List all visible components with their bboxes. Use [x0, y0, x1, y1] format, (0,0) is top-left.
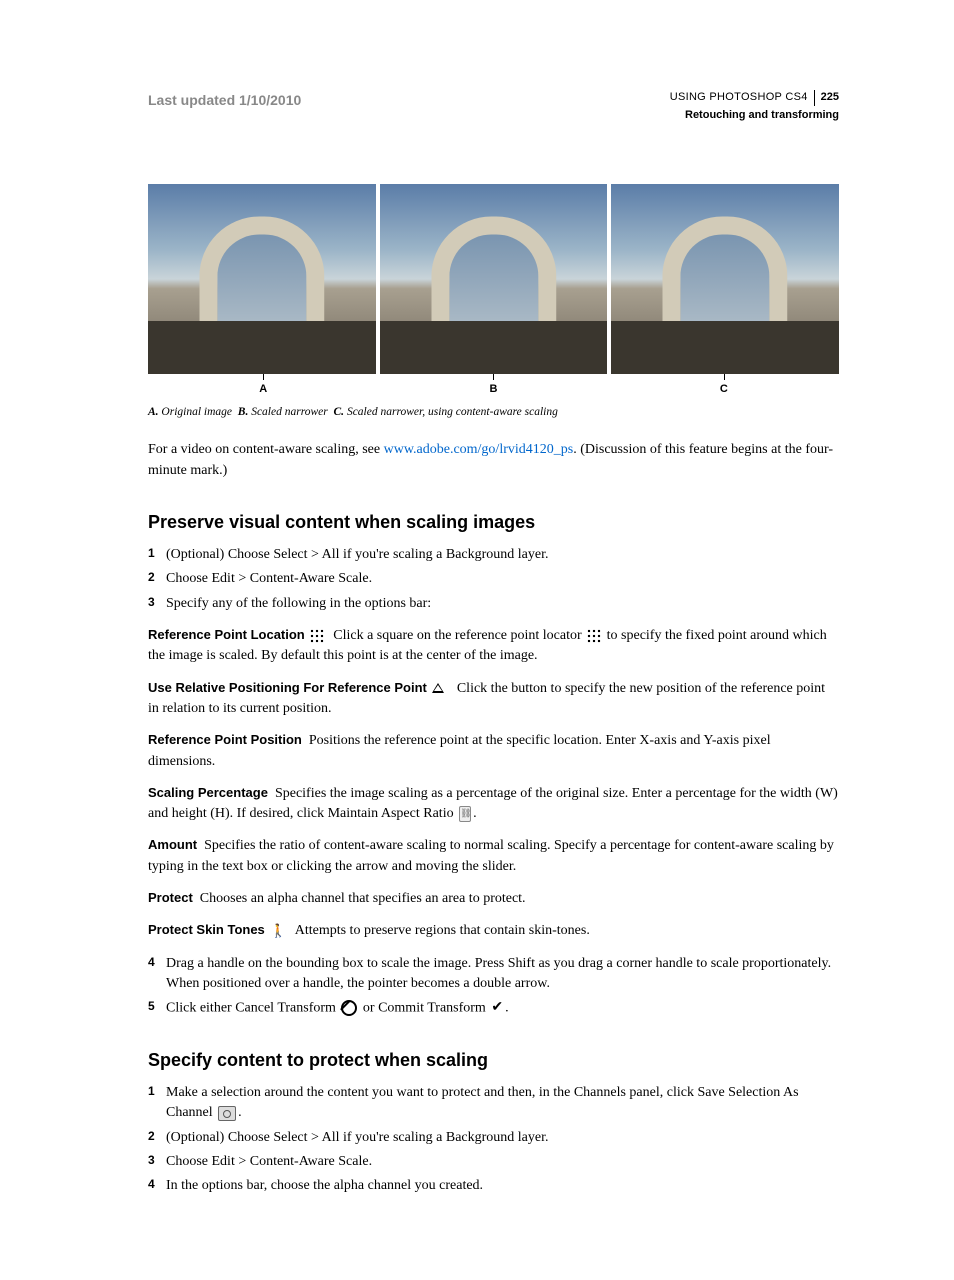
step-4: 4Drag a handle on the bounding box to sc…	[148, 954, 839, 995]
video-link[interactable]: www.adobe.com/go/lrvid4120_ps	[384, 442, 574, 457]
page-header: Last updated 1/10/2010 USING PHOTOSHOP C…	[148, 90, 839, 124]
comparison-figure: A B C	[148, 184, 839, 398]
section-heading-protect: Specify content to protect when scaling	[148, 1047, 839, 1073]
figure-image-a	[148, 184, 376, 374]
def-relative-positioning: Use Relative Positioning For Reference P…	[148, 679, 839, 720]
maintain-aspect-ratio-icon	[459, 806, 471, 822]
def-reference-point-position: Reference Point Position Positions the r…	[148, 731, 839, 772]
person-icon: 🚶	[270, 922, 286, 941]
save-selection-as-channel-icon	[218, 1106, 236, 1121]
commit-transform-icon: ✔	[491, 998, 503, 1018]
step-3: 3Specify any of the following in the opt…	[148, 594, 839, 614]
step-2b: 2(Optional) Choose Select > All if you'r…	[148, 1128, 839, 1148]
figure-image-c	[611, 184, 839, 374]
figure-caption: A. Original image B. Scaled narrower C. …	[148, 404, 839, 421]
figure-image-b	[380, 184, 608, 374]
page-number: 225	[814, 90, 839, 106]
figure-label-b: B	[378, 382, 608, 398]
figure-label-a: A	[148, 382, 378, 398]
def-protect: Protect Chooses an alpha channel that sp…	[148, 889, 839, 909]
step-5: 5 Click either Cancel Transform or Commi…	[148, 998, 839, 1019]
def-amount: Amount Specifies the ratio of content-aw…	[148, 836, 839, 877]
def-scaling-percentage: Scaling Percentage Specifies the image s…	[148, 784, 839, 825]
reference-point-locator-icon	[587, 629, 601, 643]
step-1: 1(Optional) Choose Select > All if you'r…	[148, 545, 839, 565]
section-heading-preserve: Preserve visual content when scaling ima…	[148, 509, 839, 535]
intro-paragraph: For a video on content-aware scaling, se…	[148, 440, 839, 481]
header-right: USING PHOTOSHOP CS4 225 Retouching and t…	[670, 90, 839, 124]
step-4b: 4In the options bar, choose the alpha ch…	[148, 1176, 839, 1196]
cancel-transform-icon	[341, 1000, 357, 1016]
reference-point-locator-icon	[310, 629, 324, 643]
def-protect-skin-tones: Protect Skin Tones 🚶 Attempts to preserv…	[148, 921, 839, 941]
chapter-name: Retouching and transforming	[670, 108, 839, 124]
last-updated: Last updated 1/10/2010	[148, 90, 301, 110]
figure-label-c: C	[609, 382, 839, 398]
doc-title: USING PHOTOSHOP CS4	[670, 90, 808, 106]
step-1b: 1 Make a selection around the content yo…	[148, 1083, 839, 1124]
step-2: 2Choose Edit > Content-Aware Scale.	[148, 569, 839, 589]
triangle-icon	[432, 683, 444, 693]
step-3b: 3Choose Edit > Content-Aware Scale.	[148, 1152, 839, 1172]
def-reference-point-location: Reference Point Location Click a square …	[148, 626, 839, 667]
